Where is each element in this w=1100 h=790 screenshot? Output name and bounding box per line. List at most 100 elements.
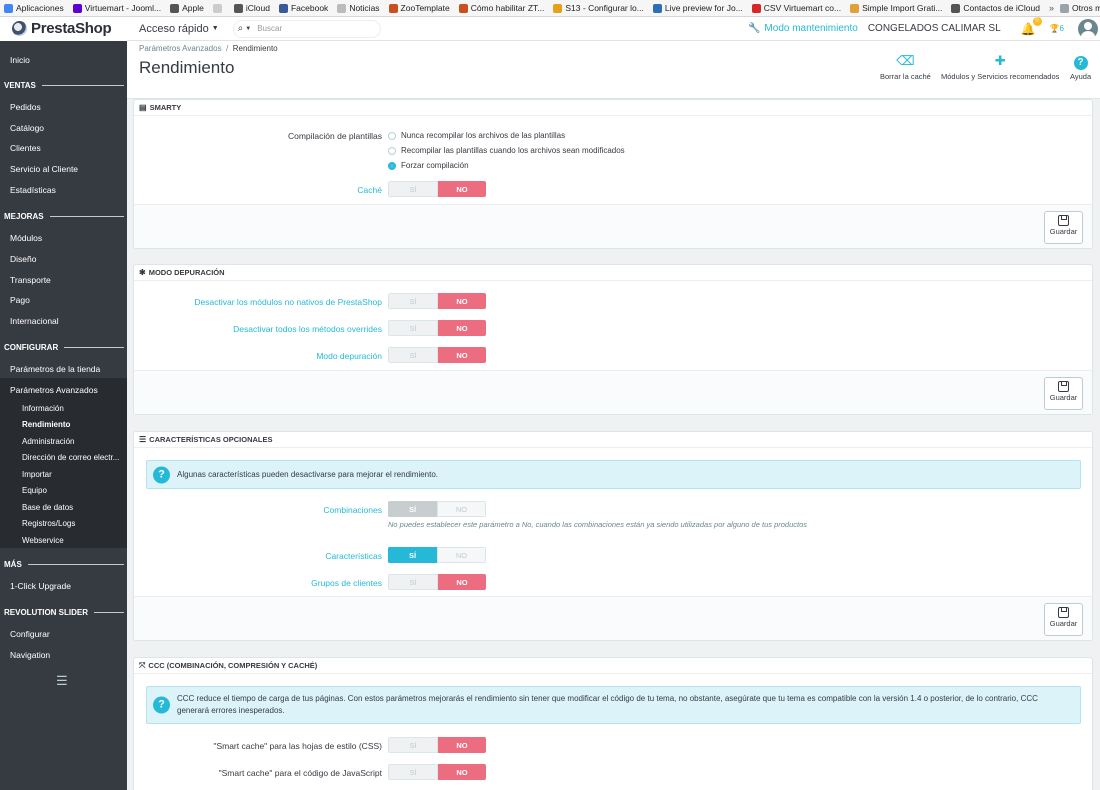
- sidebar-item-estadisticas[interactable]: Estadísticas: [10, 185, 56, 195]
- sidebar-item-servicio-cliente[interactable]: Servicio al Cliente: [10, 164, 78, 174]
- radio-recompile-modified[interactable]: Recompilar las plantillas cuando los arc…: [388, 146, 625, 155]
- features-switch[interactable]: SÍ NO: [388, 547, 486, 563]
- sidebar-item-navigation[interactable]: Navigation: [10, 650, 50, 660]
- bookmark-label: Simple Import Grati...: [862, 3, 943, 13]
- bookmark-item[interactable]: Noticias: [337, 3, 380, 13]
- switch-no[interactable]: NO: [438, 347, 486, 363]
- quick-access-label: Acceso rápido: [139, 22, 209, 35]
- cache-switch[interactable]: SÍ NO: [388, 181, 486, 197]
- sidebar-subitem-correo[interactable]: Dirección de correo electr...: [22, 453, 119, 462]
- switch-no[interactable]: NO: [438, 181, 486, 197]
- customer-groups-switch[interactable]: SÍ NO: [388, 574, 486, 590]
- switch-no[interactable]: NO: [438, 574, 486, 590]
- sidebar-item-configurar[interactable]: Configurar: [10, 629, 50, 639]
- alert-text: CCC reduce el tiempo de carga de tus pág…: [177, 694, 1038, 715]
- debug-mode-switch[interactable]: SÍ NO: [388, 347, 486, 363]
- search-input[interactable]: ⌕ ▼ Buscar: [232, 19, 381, 38]
- radio-never-recompile[interactable]: Nunca recompilar los archivos de las pla…: [388, 131, 565, 140]
- save-button[interactable]: Guardar: [1044, 211, 1083, 244]
- sidebar-item-pago[interactable]: Pago: [10, 295, 30, 305]
- sidebar-item-pedidos[interactable]: Pedidos: [10, 102, 41, 112]
- sidebar-subitem-importar[interactable]: Importar: [22, 470, 52, 479]
- more-bookmarks-button[interactable]: »: [1049, 3, 1054, 13]
- sidebar-item-diseno[interactable]: Diseño: [10, 254, 36, 264]
- optional-panel-footer: Guardar: [134, 596, 1092, 640]
- save-button[interactable]: Guardar: [1044, 377, 1083, 410]
- help-button[interactable]: ? Ayuda: [1070, 53, 1091, 81]
- yahoo-icon: [72, 3, 82, 13]
- switch-yes[interactable]: SÍ: [388, 347, 438, 363]
- sidebar-item-catalogo[interactable]: Catálogo: [10, 123, 44, 133]
- sidebar-item-internacional[interactable]: Internacional: [10, 316, 59, 326]
- bookmark-item[interactable]: Live preview for Jo...: [652, 3, 743, 13]
- sidebar-subitem-registros[interactable]: Registros/Logs: [22, 519, 75, 528]
- switch-yes[interactable]: SÍ: [388, 764, 438, 780]
- sidebar-subitem-equipo[interactable]: Equipo: [22, 486, 47, 495]
- main-content: ▤ SMARTY Compilación de plantillas Nunca …: [127, 99, 1100, 790]
- switch-no[interactable]: NO: [438, 737, 486, 753]
- menu-collapse-icon[interactable]: ☰: [56, 673, 68, 689]
- switch-no[interactable]: NO: [438, 293, 486, 309]
- recommended-modules-label: Módulos y Servicios recomendados: [941, 72, 1060, 81]
- bookmark-item[interactable]: Contactos de iCloud: [951, 3, 1040, 13]
- smart-cache-css-switch[interactable]: SÍ NO: [388, 737, 486, 753]
- prestashop-logo[interactable]: PrestaShop: [0, 16, 127, 41]
- sidebar-item-parametros-tienda[interactable]: Parámetros de la tienda: [10, 364, 100, 374]
- shop-name-link[interactable]: CONGELADOS CALIMAR SL: [868, 23, 1001, 34]
- sidebar-subitem-base-datos[interactable]: Base de datos: [22, 503, 73, 512]
- save-label: Guardar: [1049, 619, 1078, 628]
- switch-yes[interactable]: SÍ: [388, 737, 438, 753]
- smart-cache-js-switch[interactable]: SÍ NO: [388, 764, 486, 780]
- sidebar-subitem-administracion[interactable]: Administración: [22, 437, 74, 446]
- breadcrumb-parent[interactable]: Parámetros Avanzados: [139, 44, 222, 53]
- switch-no[interactable]: NO: [437, 547, 486, 563]
- page-title: Rendimiento: [139, 58, 235, 77]
- bookmark-item[interactable]: Facebook: [278, 3, 328, 13]
- switch-yes[interactable]: SÍ: [388, 181, 438, 197]
- bookmark-item[interactable]: ZooTemplate: [388, 3, 450, 13]
- recommended-modules-button[interactable]: ✚ Módulos y Servicios recomendados: [941, 53, 1059, 81]
- maintenance-label: Modo mantenimiento: [764, 23, 858, 34]
- switch-no[interactable]: NO: [438, 320, 486, 336]
- sidebar-item-1-click-upgrade[interactable]: 1-Click Upgrade: [10, 581, 71, 591]
- trophy-icon[interactable]: 🏆6: [1050, 24, 1064, 33]
- sidebar-subitem-rendimiento[interactable]: Rendimiento: [22, 420, 70, 429]
- sidebar-item-parametros-avanzados[interactable]: Parámetros Avanzados: [10, 385, 98, 395]
- bookmark-label: Cómo habilitar ZT...: [470, 3, 545, 13]
- notifications-bell-icon[interactable]: 🔔 0: [1021, 16, 1042, 36]
- eraser-icon: ⌫: [896, 53, 915, 68]
- sidebar-item-clientes[interactable]: Clientes: [10, 143, 41, 153]
- quick-access-dropdown[interactable]: Acceso rápido ▼: [139, 23, 219, 35]
- bookmark-label: S13 - Configurar lo...: [565, 3, 644, 13]
- bookmark-item[interactable]: Apple: [170, 3, 204, 13]
- bookmark-label: Live preview for Jo...: [664, 3, 743, 13]
- switch-yes[interactable]: SÍ: [388, 547, 437, 563]
- customer-groups-label: Grupos de clientes: [311, 578, 382, 588]
- switch-yes[interactable]: SÍ: [388, 574, 438, 590]
- maintenance-mode-link[interactable]: 🔧 Modo mantenimiento: [748, 23, 858, 34]
- disable-non-native-modules-switch[interactable]: SÍ NO: [388, 293, 486, 309]
- help-icon: ?: [1070, 53, 1091, 70]
- bookmark-item[interactable]: iCloud: [233, 3, 270, 13]
- sidebar-item-transporte[interactable]: Transporte: [10, 275, 51, 285]
- bookmark-item[interactable]: Virtuemart - Jooml...: [72, 3, 161, 13]
- sidebar-subitem-informacion[interactable]: Información: [22, 404, 64, 413]
- switch-yes[interactable]: SÍ: [388, 320, 438, 336]
- other-bookmarks-folder[interactable]: Otros marcadores: [1059, 3, 1100, 13]
- sidebar-item-modulos[interactable]: Módulos: [10, 233, 42, 243]
- save-button[interactable]: Guardar: [1044, 603, 1083, 636]
- bookmark-item[interactable]: Cómo habilitar ZT...: [458, 3, 545, 13]
- sidebar-subitem-webservice[interactable]: Webservice: [22, 536, 64, 545]
- bookmark-item[interactable]: S13 - Configurar lo...: [553, 3, 644, 13]
- bookmark-item[interactable]: Aplicaciones: [4, 3, 64, 13]
- radio-force-compile[interactable]: Forzar compilación: [388, 161, 469, 170]
- bookmark-item[interactable]: [212, 3, 225, 13]
- disable-overrides-switch[interactable]: SÍ NO: [388, 320, 486, 336]
- sidebar-item-home[interactable]: Inicio: [10, 55, 30, 65]
- avatar[interactable]: [1078, 18, 1098, 39]
- switch-yes[interactable]: SÍ: [388, 293, 438, 309]
- clear-cache-button[interactable]: ⌫ Borrar la caché: [880, 53, 931, 81]
- bookmark-item[interactable]: CSV Virtuemart co...: [751, 3, 841, 13]
- switch-no[interactable]: NO: [438, 764, 486, 780]
- bookmark-item[interactable]: Simple Import Grati...: [850, 3, 942, 13]
